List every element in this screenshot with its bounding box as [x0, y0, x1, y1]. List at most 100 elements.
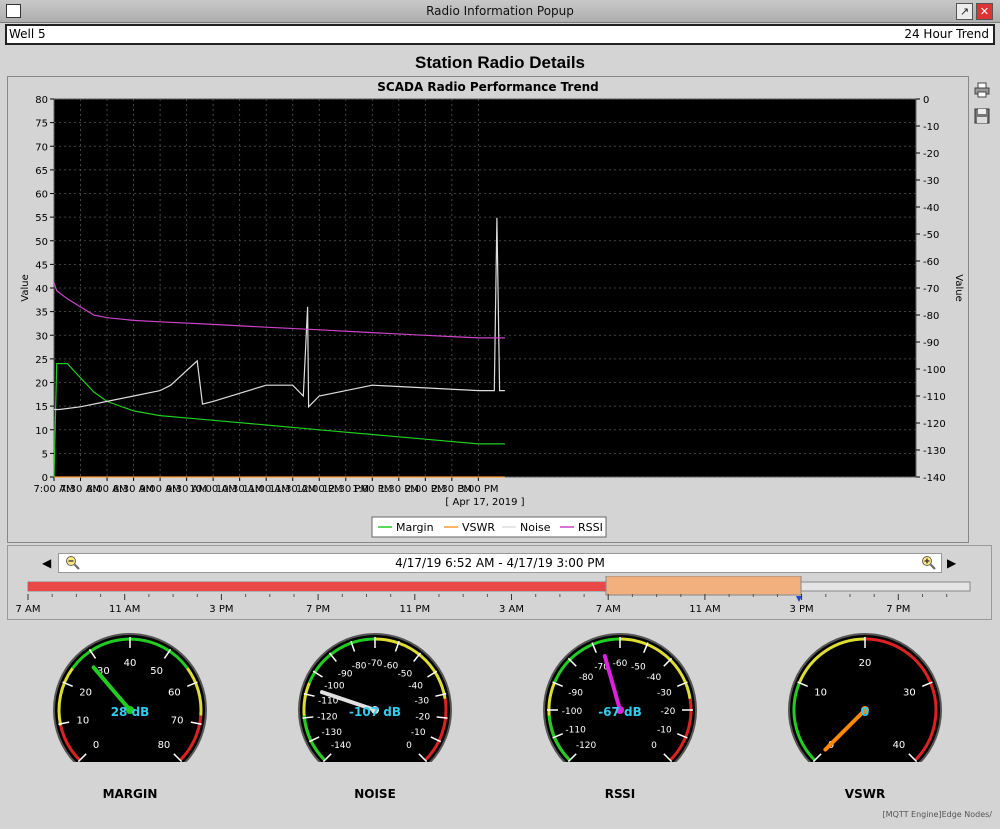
gauge-noise: -140-130-120-110-100-90-80 -70 -60-50-40-3… — [297, 633, 453, 790]
trend-chart[interactable]: SCADA Radio Performance Trend 0 5 10 15 20 25 3… — [8, 77, 968, 542]
ytick-left-label: 45 — [35, 260, 48, 271]
ytick-left-label: 80 — [35, 95, 48, 106]
ytick-right-label: -110 — [923, 392, 946, 403]
timeline-history-bar — [28, 582, 606, 591]
save-icon[interactable] — [974, 108, 990, 124]
page-title: Station Radio Details — [414, 53, 586, 72]
gauge-tick-label: 70 — [171, 715, 184, 726]
gauge-tick-label: -140 — [331, 741, 352, 751]
gauge-tick-label: -80 — [579, 673, 594, 683]
gauge-tick-label: 30 — [903, 688, 916, 699]
gauge-readout-vswr: 0 — [861, 705, 869, 719]
ytick-right-label: -50 — [923, 230, 939, 241]
ytick-left-label: 65 — [35, 166, 48, 177]
chart-legend: Margin VSWR Noise RSSI — [371, 516, 607, 538]
gauge-tick-label: -40 — [408, 681, 423, 691]
ytick-left-label: 50 — [35, 237, 48, 248]
ytick-right-label: -90 — [923, 338, 939, 349]
range-label: 4/17/19 6:52 AM - 4/17/19 3:00 PM — [395, 556, 605, 570]
gauge-tick-label: 10 — [814, 688, 827, 699]
ytick-right-label: -10 — [923, 122, 939, 133]
legend-label-noise: Noise — [520, 521, 551, 534]
legend-label-rssi: RSSI — [578, 521, 603, 534]
nav-next-icon[interactable]: ▶ — [947, 556, 956, 570]
timeline-tick-label: 11 PM — [400, 604, 431, 615]
gauge-tick-label: -30 — [414, 696, 429, 706]
gauge-tick-label: -100 — [324, 681, 345, 691]
timeline-tick-label: 7 AM — [15, 604, 40, 615]
ytick-left-label: 60 — [35, 190, 48, 201]
ytick-left-label: 55 — [35, 213, 48, 224]
gauge-tick-label: 0 — [406, 741, 412, 751]
gauge-tick-label: -120 — [576, 741, 597, 751]
gauge-readout-margin: 28 dB — [111, 705, 150, 719]
ytick-left-label: 20 — [35, 379, 48, 390]
gauge-tick-label: 40 — [124, 658, 137, 669]
timeline-tick-label: 11 AM — [689, 604, 720, 615]
range-timeline[interactable]: 7 AM 11 AM 3 PM 7 PM 11 PM 3 AM 7 AM 11 AM 3 PM 7… — [8, 576, 991, 618]
window-titlebar: Radio Information Popup ↗ ✕ — [0, 0, 1000, 23]
ytick-right-label: 0 — [923, 95, 929, 106]
gauge-tick-label: -90 — [338, 669, 353, 679]
gauge-tick-label: -10 — [657, 725, 672, 735]
gauge-tick-label: 50 — [150, 666, 163, 677]
gauge-tick-label: -10 — [411, 728, 426, 738]
gauge-tick-label: -50 — [398, 669, 413, 679]
gauge-tick-label: -20 — [661, 707, 676, 717]
zoom-in-icon[interactable] — [921, 555, 937, 571]
ytick-left-label: 35 — [35, 308, 48, 319]
gauge-tick-label: -120 — [317, 712, 338, 722]
timeline-tick-label: 3 PM — [209, 604, 233, 615]
gauge-label-rssi: RSSI — [604, 787, 636, 801]
ytick-right-label: -20 — [923, 149, 939, 160]
close-icon[interactable]: ✕ — [976, 3, 993, 20]
trend-mode: 24 Hour Trend — [904, 27, 989, 41]
print-icon[interactable] — [974, 82, 990, 98]
ytick-right-label: -60 — [923, 257, 939, 268]
timeline-tick-label: 11 AM — [109, 604, 140, 615]
gauge-row: 0 10 20 30 40 50 60 70 80 28 dB -140 -130 -120 -110 -1… — [52, 633, 943, 790]
gauge-label-margin: MARGIN — [102, 787, 158, 801]
gauge-tick-label: -60 — [384, 662, 399, 672]
gauge-tick-label: -60 — [613, 659, 628, 669]
gauge-margin: 0102030405060708028 dB — [52, 633, 208, 790]
gauge-tick-label: 40 — [893, 740, 906, 751]
gauge-tick-label: 20 — [79, 688, 92, 699]
gauge-vswr: 0102030400 — [787, 633, 943, 790]
ytick-right-label: -100 — [923, 365, 946, 376]
gauge-tick-label: -30 — [657, 689, 672, 699]
ytick-right-label: -40 — [923, 203, 939, 214]
gauge-readout-rssi: -67 dB — [598, 705, 642, 719]
xtick-label: 3:00 PM — [458, 484, 498, 495]
window-title: Radio Information Popup — [426, 4, 574, 18]
x-axis-label: [ Apr 17, 2019 ] — [445, 497, 524, 508]
ytick-left-label: 10 — [35, 426, 48, 437]
gauge-tick-label: -20 — [415, 712, 430, 722]
timeline-tick-label: 7 PM — [886, 604, 910, 615]
timeline-selection-window[interactable] — [605, 576, 802, 596]
gauge-tick-label: 10 — [77, 715, 90, 726]
range-display: 4/17/19 6:52 AM - 4/17/19 3:00 PM — [58, 553, 942, 573]
popout-icon[interactable]: ↗ — [956, 3, 973, 20]
timeline-tick-label: 7 PM — [306, 604, 330, 615]
ytick-left-label: 25 — [35, 355, 48, 366]
ytick-right-label: -80 — [923, 311, 939, 322]
chart-title: SCADA Radio Performance Trend — [377, 80, 599, 94]
gauge-rssi: -120-110-100-90-80-70 -60 -50-40-30-20-100… — [542, 633, 698, 790]
ytick-right-label: -30 — [923, 176, 939, 187]
gauge-tick-label: 80 — [158, 740, 171, 751]
gauge-tick-label: -130 — [322, 728, 343, 738]
gauge-label-vswr: VSWR — [844, 787, 886, 801]
ytick-right-label: -140 — [923, 473, 946, 484]
gauge-tick-label: -50 — [631, 663, 646, 673]
ytick-left-label: 75 — [35, 119, 48, 130]
timeline-tick-label: 7 AM — [596, 604, 621, 615]
chart-panel: SCADA Radio Performance Trend 0 5 10 15 20 25 3… — [7, 76, 969, 543]
ytick-right-label: -120 — [923, 419, 946, 430]
ytick-left-label: 15 — [35, 402, 48, 413]
nav-prev-icon[interactable]: ◀ — [42, 556, 51, 570]
ytick-left-label: 5 — [42, 449, 48, 460]
tag-path: [MQTT Engine]Edge Nodes/ — [882, 810, 992, 819]
legend-label-margin: Margin — [396, 521, 434, 534]
range-navigator: ◀ ▶ 4/17/19 6:52 AM - 4/17/19 3:00 PM 7 … — [7, 545, 992, 620]
